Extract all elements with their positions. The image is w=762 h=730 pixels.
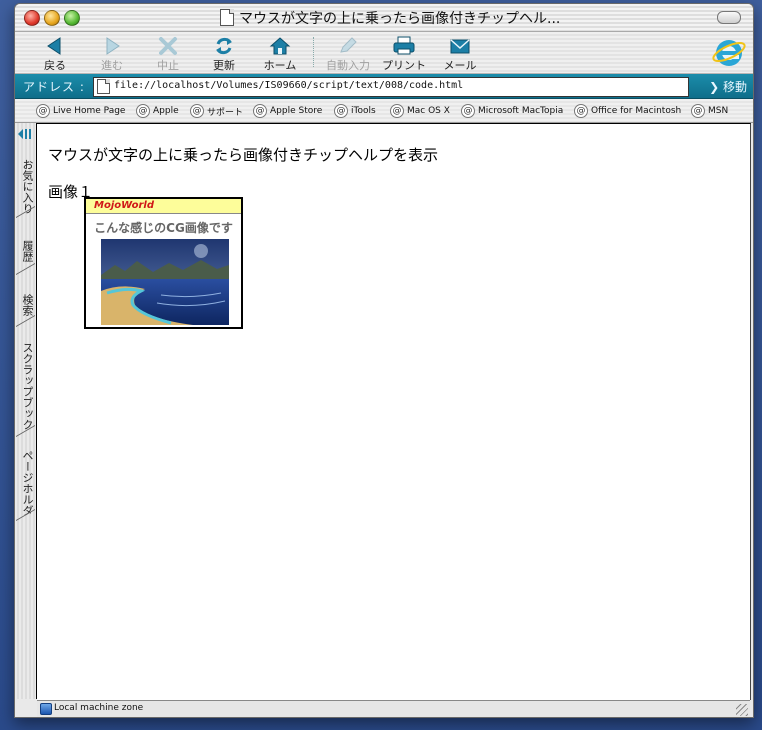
side-tab-favorites[interactable]: お気に入り (16, 148, 35, 218)
document-icon (220, 9, 234, 26)
side-tab-label: スクラップブック (21, 342, 34, 430)
side-tab-search[interactable]: 検索 (16, 277, 35, 327)
address-label: アドレス : (23, 80, 85, 94)
side-tab-page-holder[interactable]: ページホルダ (16, 439, 35, 521)
forward-arrow-icon (106, 37, 120, 55)
mail-envelope-icon (450, 39, 470, 54)
side-tab-label: お気に入り (21, 158, 34, 214)
print-button[interactable]: プリント (376, 34, 432, 72)
mail-button[interactable]: メール (432, 34, 488, 72)
side-tab-label: ページホルダ (21, 450, 34, 516)
at-icon: @ (574, 104, 588, 118)
favorite-label: Live Home Page (53, 106, 126, 116)
favorite-label: Microsoft MacTopia (478, 106, 564, 116)
toolbar-toggle-button[interactable] (717, 11, 741, 24)
address-url[interactable]: file://localhost/Volumes/IS09660/script/… (114, 80, 463, 91)
side-tab-label: 検索 (21, 294, 34, 316)
mail-label: メール (443, 59, 477, 72)
resize-grip[interactable] (736, 704, 748, 716)
favorite-msn[interactable]: @ MSN (691, 104, 728, 118)
image-tooltip: MojoWorld こんな感じのCG画像です (84, 197, 243, 329)
favorite-label: Apple Store (270, 106, 323, 116)
favorite-microsoft-mactopia[interactable]: @ Microsoft MacTopia (461, 104, 563, 118)
at-icon: @ (334, 104, 348, 118)
window-title-area: マウスが文字の上に乗ったら画像付きチップヘル... (220, 7, 560, 28)
at-icon: @ (136, 104, 150, 118)
security-zone-text: Local machine zone (54, 703, 144, 713)
favorite-label: サポート (207, 107, 244, 118)
zoom-button[interactable] (64, 10, 80, 26)
at-icon: @ (691, 104, 705, 118)
favorites-bar: @ Live Home Page @ Apple @ サポート @ Apple Stor… (15, 99, 753, 123)
explorer-bar-toggle-icon[interactable] (17, 127, 33, 141)
favorite-label: Apple (153, 106, 179, 116)
tooltip-caption: こんな感じのCG画像です (94, 221, 233, 235)
forward-label: 進む (101, 59, 123, 72)
favorite-itools[interactable]: @ iTools (334, 104, 376, 118)
stop-x-icon (159, 37, 177, 55)
forward-button[interactable]: 進む (84, 34, 140, 72)
tooltip-header: MojoWorld (86, 199, 241, 214)
toolbar-separator (313, 37, 314, 67)
home-label: ホーム (263, 59, 297, 72)
favorite-label: Office for Macintosh (591, 106, 682, 116)
close-button[interactable] (24, 10, 40, 26)
go-button[interactable]: ❯ 移動 (709, 78, 747, 95)
at-icon: @ (461, 104, 475, 118)
favorite-apple-store[interactable]: @ Apple Store (253, 104, 322, 118)
favorite-support[interactable]: @ サポート (190, 104, 243, 118)
go-label: 移動 (722, 80, 747, 94)
autofill-label: 自動入力 (326, 59, 370, 72)
minimize-button[interactable] (44, 10, 60, 26)
explorer-side-tabs: お気に入り 履歴 検索 スクラップブック ページホルダ (15, 123, 37, 699)
back-label: 戻る (44, 59, 66, 72)
print-label: プリント (382, 59, 426, 72)
window-title: マウスが文字の上に乗ったら画像付きチップヘル... (239, 10, 561, 27)
toolbar: 戻る 進む 中止 更新 ホーム 自動入力 プリント メール (15, 32, 753, 74)
zone-icon (40, 703, 52, 715)
back-arrow-icon (47, 37, 61, 55)
at-icon: @ (390, 104, 404, 118)
home-button[interactable]: ホーム (252, 34, 308, 72)
printer-icon (393, 36, 415, 55)
side-tab-history[interactable]: 履歴 (16, 220, 35, 275)
status-bar: Local machine zone (37, 700, 750, 717)
autofill-button[interactable]: 自動入力 (320, 34, 376, 72)
favorite-office-for-macintosh[interactable]: @ Office for Macintosh (574, 104, 681, 118)
page-document-icon (97, 79, 110, 94)
favorite-label: Mac OS X (407, 106, 450, 116)
at-icon: @ (253, 104, 267, 118)
side-tab-scrapbook[interactable]: スクラップブック (16, 329, 35, 437)
refresh-icon (216, 37, 232, 55)
page-heading: マウスが文字の上に乗ったら画像付きチップヘルプを表示 (48, 146, 439, 164)
address-input[interactable]: file://localhost/Volumes/IS09660/script/… (93, 77, 689, 97)
favorite-label: MSN (708, 106, 729, 116)
at-icon: @ (190, 104, 204, 118)
address-bar: アドレス : file://localhost/Volumes/IS09660/… (15, 74, 753, 99)
favorite-label: iTools (351, 106, 376, 116)
stop-button[interactable]: 中止 (140, 34, 196, 72)
favorite-live-home-page[interactable]: @ Live Home Page (36, 104, 125, 118)
autofill-pen-icon (340, 37, 357, 53)
stop-label: 中止 (157, 59, 179, 72)
title-bar[interactable]: マウスが文字の上に乗ったら画像付きチップヘル... (15, 4, 753, 32)
favorite-mac-os-x[interactable]: @ Mac OS X (390, 104, 450, 118)
refresh-label: 更新 (213, 59, 235, 72)
cg-landscape-image (101, 239, 229, 325)
back-button[interactable]: 戻る (27, 34, 83, 72)
tooltip-brand-logo: MojoWorld (94, 200, 154, 211)
favorite-apple[interactable]: @ Apple (136, 104, 179, 118)
page-content: マウスが文字の上に乗ったら画像付きチップヘルプを表示 画像１ MojoWorld… (37, 123, 751, 700)
refresh-button[interactable]: 更新 (196, 34, 252, 72)
internet-explorer-logo-icon (712, 40, 746, 66)
side-tab-label: 履歴 (21, 239, 34, 262)
at-icon: @ (36, 104, 50, 118)
home-icon (269, 37, 291, 55)
browser-window: マウスが文字の上に乗ったら画像付きチップヘル... 戻る 進む 中止 更新 ホー… (14, 3, 754, 718)
